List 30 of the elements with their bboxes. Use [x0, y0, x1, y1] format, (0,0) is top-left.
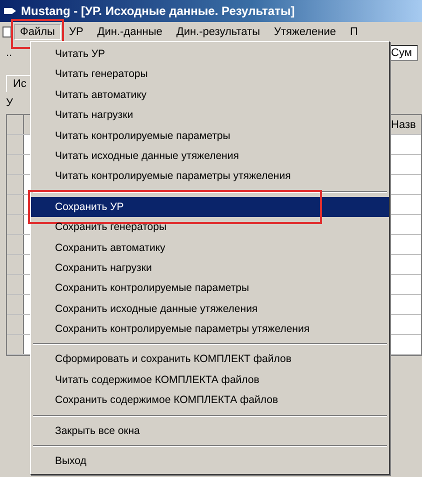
menu-item[interactable]: Читать исходные данные утяжеления	[31, 146, 389, 166]
menu-item[interactable]: Сохранить нагрузки	[31, 258, 389, 278]
menu-item[interactable]: Сохранить контролируемые параметры утяжеления	[31, 319, 389, 340]
menu-item[interactable]: Читать нагрузки	[31, 105, 389, 126]
section-label: У	[6, 97, 13, 109]
menu-item[interactable]: Закрыть все окна	[31, 420, 389, 442]
menu-item[interactable]: Сохранить автоматику	[31, 238, 389, 258]
menu-item[interactable]: Читать содержимое КОМПЛЕКТА файлов	[31, 370, 389, 390]
menu-item[interactable]: Читать контролируемые параметры	[31, 126, 389, 146]
menu-item[interactable]: Сохранить УР	[31, 196, 389, 218]
app-icon	[3, 5, 17, 17]
menu-item[interactable]: Читать автоматику	[31, 84, 389, 106]
menu-item[interactable]: Сформировать и сохранить КОМПЛЕКТ файлов	[31, 349, 389, 370]
window-title: Mustang - [УР. Исходные данные. Результаты]	[21, 4, 295, 18]
menu-item[interactable]: Сохранить генераторы	[31, 217, 389, 238]
menu-bar-item[interactable]: Утяжеление	[268, 24, 342, 40]
toolbar-text: ..	[6, 47, 12, 59]
menu-bar-item[interactable]: П	[344, 24, 364, 40]
menu-item[interactable]: Сохранить исходные данные утяжеления	[31, 298, 389, 320]
menu-bar-item[interactable]: Файлы	[14, 24, 61, 40]
menu-bar-item[interactable]: УР	[62, 24, 90, 40]
menu-item[interactable]: Выход	[31, 451, 389, 472]
menu-bar-item[interactable]: Дин.-результаты	[170, 24, 266, 40]
menu-bar-item[interactable]: Дин.-данные	[91, 24, 168, 40]
document-icon	[2, 26, 12, 38]
menu-item[interactable]: Читать УР	[31, 44, 389, 64]
menu-item[interactable]: Читать генераторы	[31, 64, 389, 85]
menu-item[interactable]: Сохранить содержимое КОМПЛЕКТА файлов	[31, 390, 389, 411]
menu-item[interactable]: Читать контролируемые параметры утяжеления	[31, 166, 389, 187]
menu-item[interactable]: Сохранить контролируемые параметры	[31, 278, 389, 299]
